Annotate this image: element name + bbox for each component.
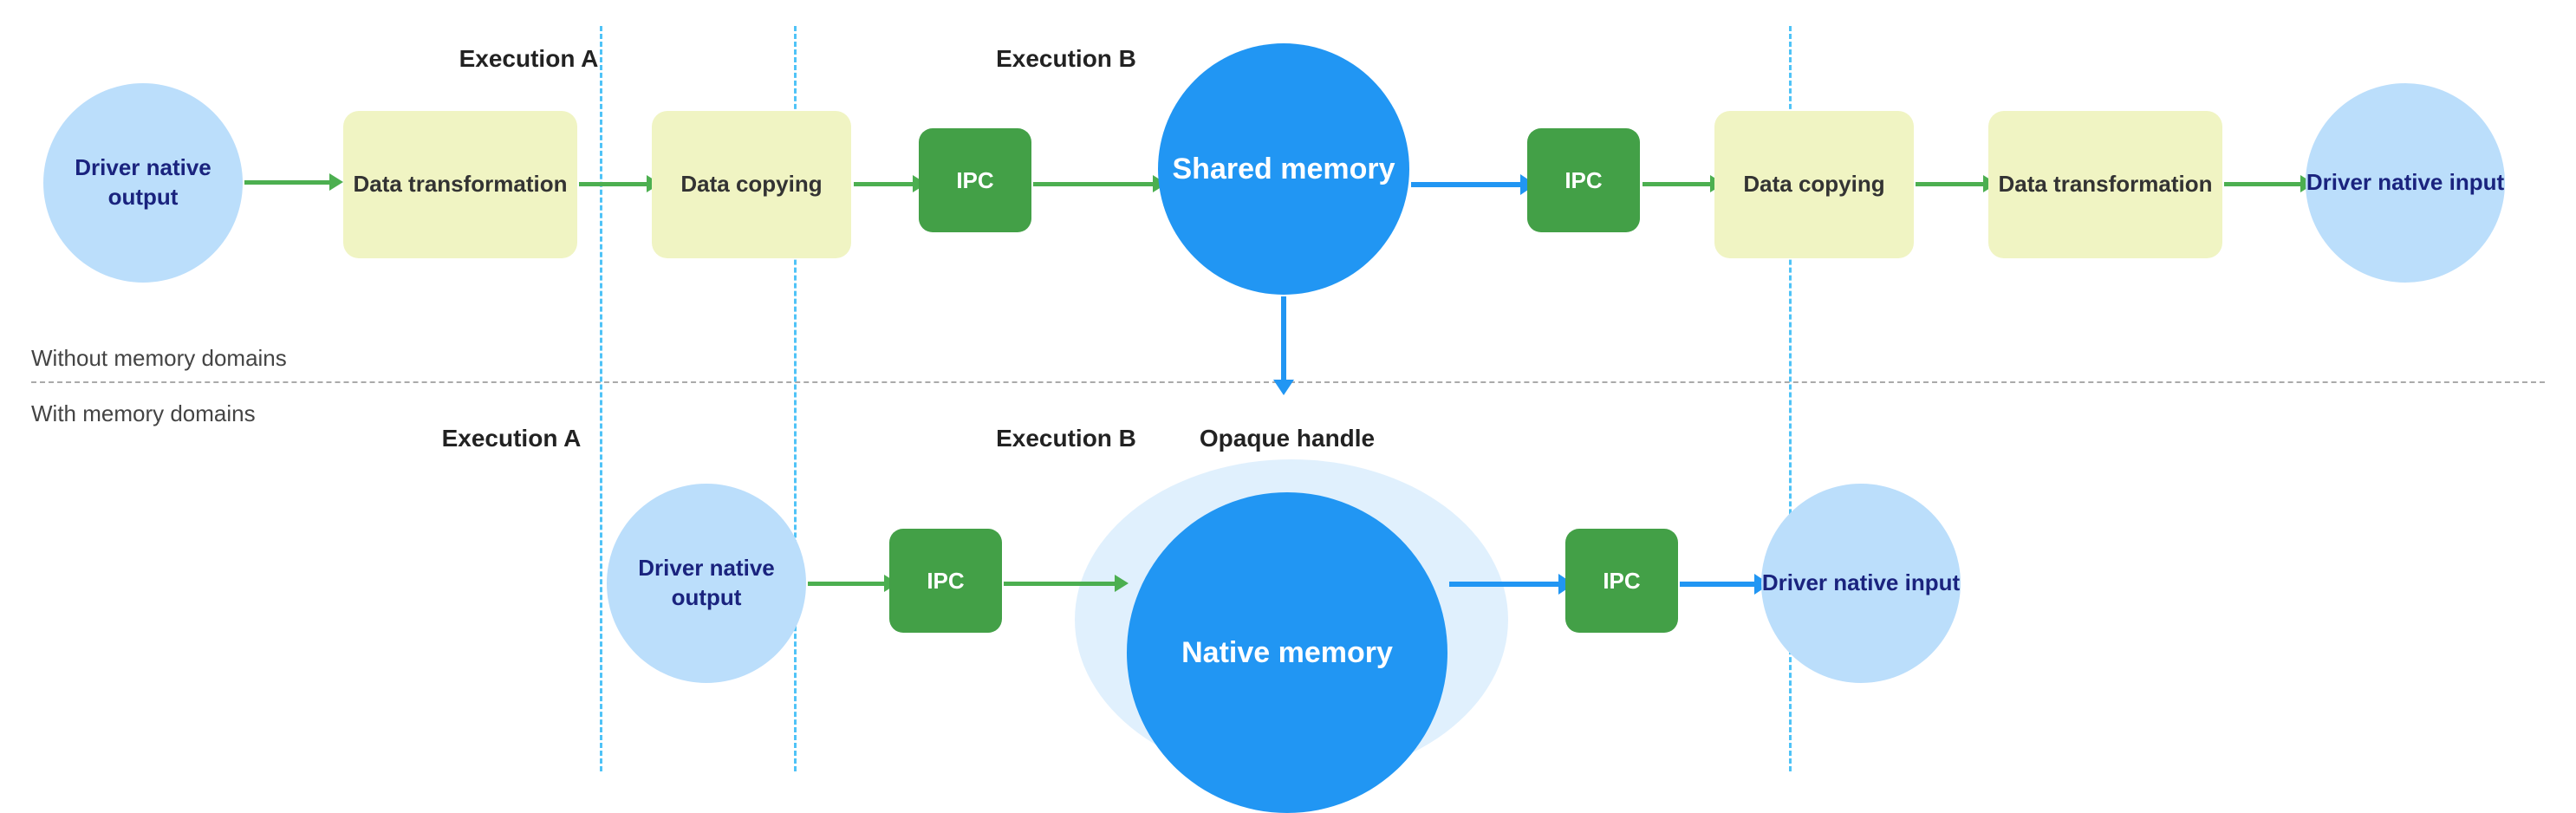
opaque-handle-label: Opaque handle — [1161, 425, 1413, 452]
with-memory-domains-label: With memory domains — [31, 400, 256, 427]
arrow-2 — [579, 182, 648, 186]
exec-a-label-bot: Execution A — [399, 425, 624, 452]
data-transformation-1: Data transformation — [343, 111, 577, 258]
data-transformation-2: Data transformation — [1988, 111, 2222, 258]
data-copying-1: Data copying — [652, 111, 851, 258]
arrow-bot-4 — [1680, 582, 1758, 587]
native-memory: Native memory — [1127, 492, 1447, 813]
without-memory-domains-label: Without memory domains — [31, 345, 287, 372]
diagram: Without memory domains With memory domai… — [0, 0, 2576, 796]
ipc-bot-2: IPC — [1565, 529, 1678, 633]
driver-native-input-bot: Driver native input — [1761, 484, 1961, 683]
arrow-6 — [1643, 182, 1712, 186]
vline-left — [600, 26, 602, 771]
exec-a-label-top: Execution A — [416, 45, 641, 73]
arrow-4 — [1033, 182, 1155, 186]
ipc-bot-1: IPC — [889, 529, 1002, 633]
driver-native-output-bot: Driver native output — [607, 484, 806, 683]
arrow-7 — [1916, 182, 1985, 186]
exec-b-label-bot: Execution B — [953, 425, 1179, 452]
ipc-1: IPC — [919, 128, 1031, 232]
arrow-8 — [2224, 182, 2302, 186]
ipc-2: IPC — [1527, 128, 1640, 232]
arrow-bot-1 — [808, 582, 886, 586]
arrow-bot-3 — [1449, 582, 1562, 587]
arrow-shared-down — [1281, 296, 1286, 383]
driver-native-output-top: Driver native output — [43, 83, 243, 283]
arrow-bot-2 — [1004, 582, 1116, 586]
arrow-1 — [244, 180, 331, 185]
exec-b-label-top: Execution B — [953, 45, 1179, 73]
arrow-3 — [854, 182, 914, 186]
shared-memory: Shared memory — [1158, 43, 1409, 295]
arrow-5 — [1411, 182, 1524, 187]
driver-native-input-top: Driver native input — [2306, 83, 2505, 283]
data-copying-2: Data copying — [1714, 111, 1914, 258]
